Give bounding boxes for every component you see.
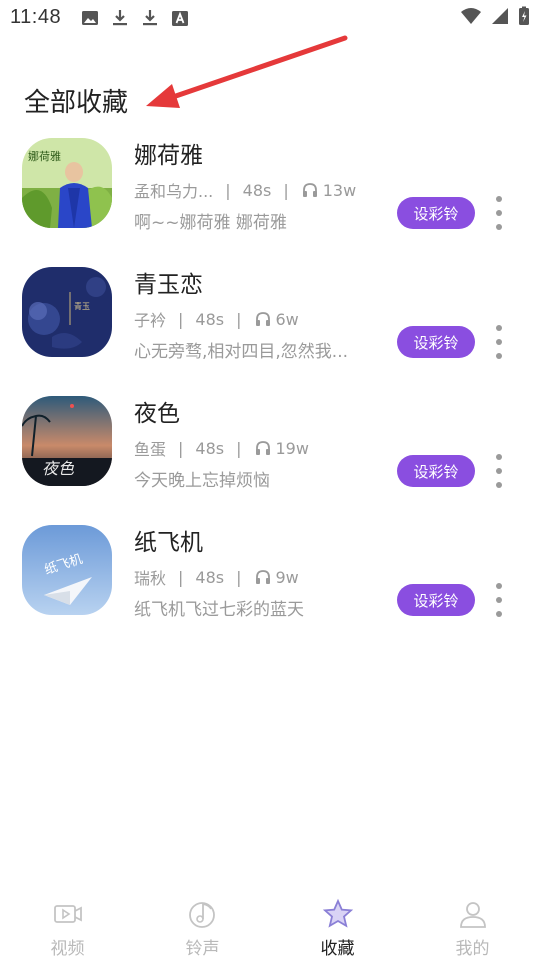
more-options-icon[interactable] <box>490 325 508 359</box>
album-cover: 纸飞机 <box>22 525 112 615</box>
tab-ringtone[interactable]: 铃声 <box>135 888 270 960</box>
set-ringtone-button[interactable]: 设彩铃 <box>397 584 475 616</box>
song-plays: 19w <box>275 438 309 458</box>
list-item[interactable]: 夜色 夜色 鱼蛋 | 48s | 19w 今天晚上忘掉烦恼 设彩铃 <box>0 386 540 515</box>
song-plays: 13w <box>322 180 357 200</box>
tab-video[interactable]: 视频 <box>0 888 135 960</box>
star-icon <box>322 898 353 928</box>
song-meta: 鱼蛋 | 48s | 19w <box>134 436 309 460</box>
download-icon <box>143 10 157 26</box>
album-cover: 娜荷雅 <box>22 138 112 228</box>
separator: | <box>236 438 242 458</box>
person-icon <box>459 902 486 928</box>
headphones-icon <box>302 183 317 197</box>
separator: | <box>225 180 231 200</box>
separator: | <box>283 180 289 200</box>
headphones-icon <box>255 441 270 455</box>
song-duration: 48s <box>195 567 225 587</box>
status-time: 11:48 <box>10 6 62 28</box>
album-cover: 青玉 <box>22 267 112 357</box>
tab-label: 收藏 <box>320 939 355 959</box>
song-lyric: 今天晚上忘掉烦恼 <box>134 471 270 491</box>
song-title: 纸飞机 <box>134 530 203 556</box>
song-title: 夜色 <box>134 401 180 427</box>
set-ringtone-button[interactable]: 设彩铃 <box>397 197 475 229</box>
song-meta: 孟和乌力... | 48s | 13w <box>134 178 356 202</box>
list-item[interactable]: 娜荷雅 娜荷雅 孟和乌力... | 48s | 13w 啊~~娜荷雅 娜荷雅 设… <box>0 128 540 257</box>
page-title: 全部收藏 <box>24 88 129 118</box>
more-options-icon[interactable] <box>490 196 508 230</box>
song-lyric: 心无旁骛,相对四目,忽然我... <box>134 342 349 362</box>
song-duration: 48s <box>195 309 225 329</box>
set-ringtone-button[interactable]: 设彩铃 <box>397 455 475 487</box>
separator: | <box>178 438 184 458</box>
tab-label: 我的 <box>455 939 490 959</box>
tab-mine[interactable]: 我的 <box>405 888 540 960</box>
image-icon <box>82 11 98 25</box>
font-icon <box>172 11 188 26</box>
more-options-icon[interactable] <box>490 583 508 617</box>
tab-label: 铃声 <box>185 939 220 959</box>
music-note-icon <box>188 902 215 928</box>
song-meta: 瑞秋 | 48s | 9w <box>134 565 299 589</box>
headphones-icon <box>255 570 270 584</box>
song-duration: 48s <box>195 438 225 458</box>
song-lyric: 纸飞机飞过七彩的蓝天 <box>134 600 304 620</box>
wifi-icon <box>461 8 481 24</box>
svg-text:青玉: 青玉 <box>74 301 90 311</box>
list-item[interactable]: 青玉 青玉恋 子衿 | 48s | 6w 心无旁骛,相对四目,忽然我... 设彩… <box>0 257 540 386</box>
status-icons-right <box>460 6 530 26</box>
download-icon <box>113 10 127 26</box>
tab-favorites[interactable]: 收藏 <box>270 888 405 960</box>
headphones-icon <box>255 312 270 326</box>
svg-text:夜色: 夜色 <box>42 459 75 478</box>
tab-label: 视频 <box>50 939 85 959</box>
song-title: 娜荷雅 <box>134 143 203 169</box>
album-cover: 夜色 <box>22 396 112 486</box>
status-bar: 11:48 <box>0 0 540 36</box>
set-ringtone-button[interactable]: 设彩铃 <box>397 326 475 358</box>
list-item[interactable]: 纸飞机 纸飞机 瑞秋 | 48s | 9w 纸飞机飞过七彩的蓝天 设彩铃 <box>0 515 540 644</box>
svg-text:娜荷雅: 娜荷雅 <box>28 149 61 163</box>
status-icons-left <box>80 8 190 28</box>
song-artist: 瑞秋 <box>134 569 167 588</box>
song-artist: 孟和乌力... <box>134 182 214 201</box>
song-title: 青玉恋 <box>134 272 203 298</box>
separator: | <box>178 567 184 587</box>
more-options-icon[interactable] <box>490 454 508 488</box>
song-duration: 48s <box>242 180 272 200</box>
separator: | <box>236 567 242 587</box>
song-plays: 9w <box>275 567 299 587</box>
song-meta: 子衿 | 48s | 6w <box>134 307 299 331</box>
song-plays: 6w <box>275 309 299 329</box>
battery-charging-icon <box>519 6 529 25</box>
bottom-nav: 视频 铃声 收藏 我的 <box>0 888 540 960</box>
song-artist: 子衿 <box>134 311 167 330</box>
separator: | <box>236 309 242 329</box>
separator: | <box>178 309 184 329</box>
song-list: 娜荷雅 娜荷雅 孟和乌力... | 48s | 13w 啊~~娜荷雅 娜荷雅 设… <box>0 128 540 644</box>
video-icon <box>53 905 82 923</box>
song-artist: 鱼蛋 <box>134 440 167 459</box>
song-lyric: 啊~~娜荷雅 娜荷雅 <box>134 213 287 233</box>
signal-icon <box>492 8 508 24</box>
